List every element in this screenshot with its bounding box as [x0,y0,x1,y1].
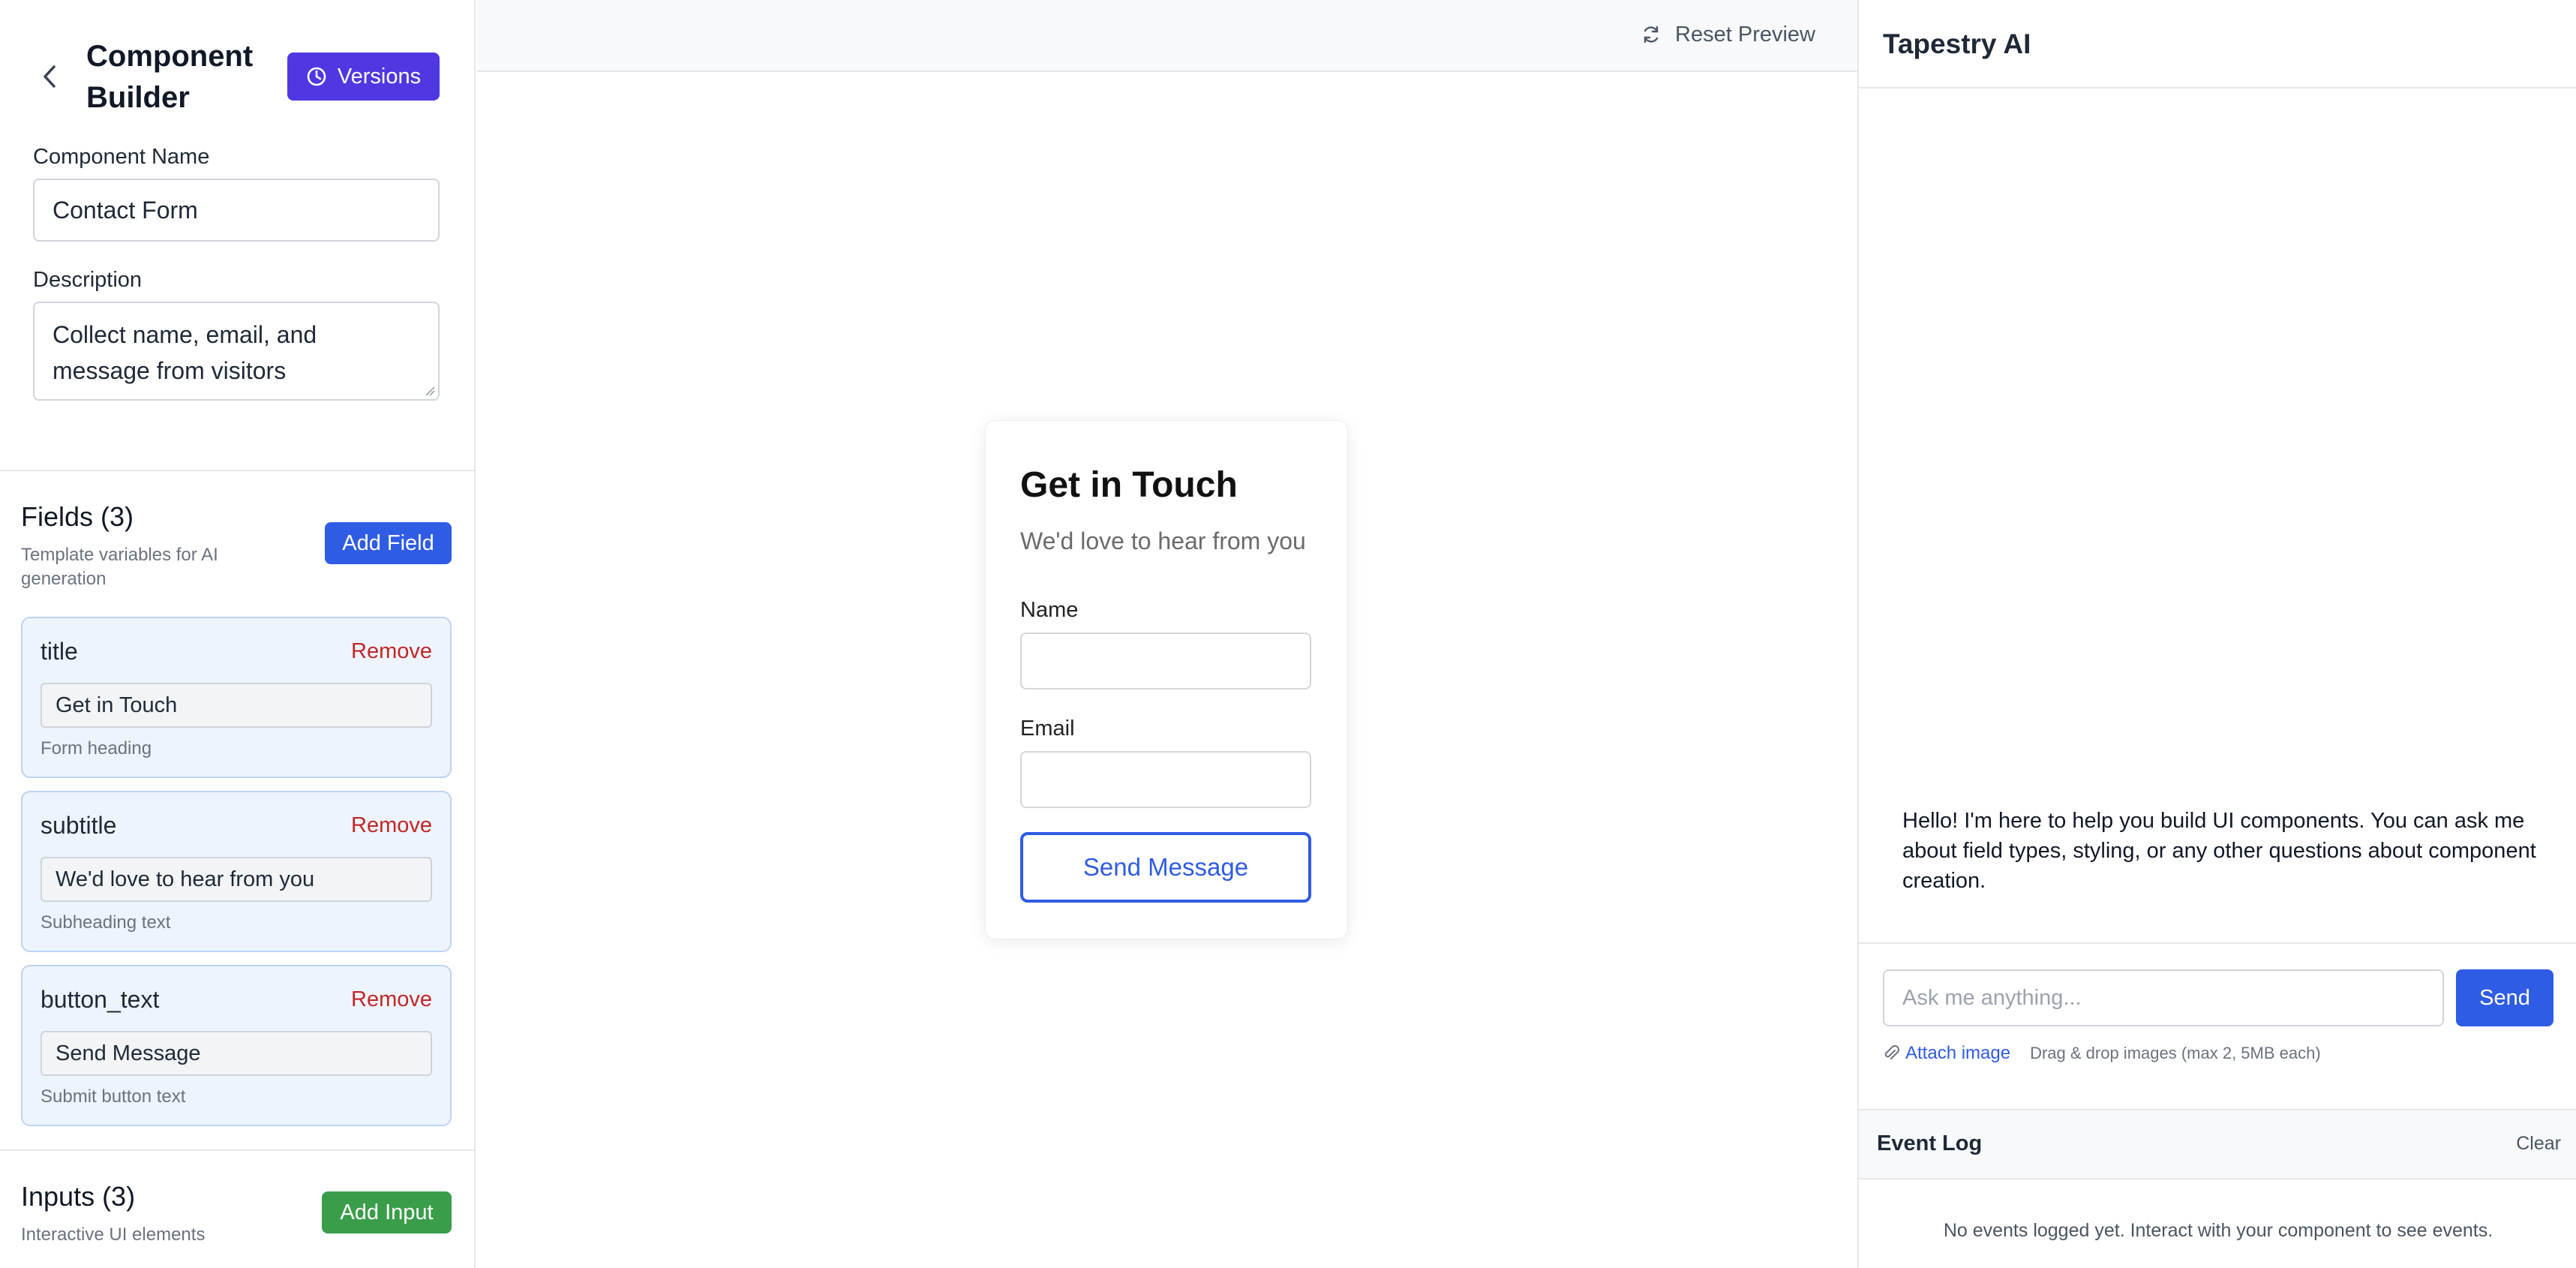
preview-toolbar: Reset Preview [477,0,1857,72]
send-message-button[interactable]: Send Message [1020,832,1311,903]
field-name: button_text [41,986,160,1013]
component-name-input[interactable]: Contact Form [33,179,440,242]
attach-row: Attach image Drag & drop images (max 2, … [1883,1040,2321,1067]
add-input-button[interactable]: Add Input [322,1191,452,1233]
field-value: Get in Touch [56,693,178,717]
divider [0,470,474,471]
page-title: Component Builder [86,40,254,114]
field-value: Send Message [56,1041,201,1065]
email-input[interactable] [1020,751,1311,808]
back-button[interactable] [33,60,66,93]
assistant-panel: Tapestry AI Hello! I'm here to help you … [1857,0,2576,1268]
assistant-title: Tapestry AI [1883,29,2031,59]
versions-button[interactable]: Versions [287,53,440,101]
field-value-input[interactable]: Get in Touch [41,683,432,728]
attach-image-link[interactable]: Attach image [1905,1043,2010,1064]
fields-title: Fields (3) [21,501,134,532]
inputs-subtitle: Interactive UI elements [21,1224,206,1245]
field-value-input[interactable]: We'd love to hear from you [41,857,432,902]
inputs-title: Inputs (3) [21,1181,136,1212]
remove-field-button[interactable]: Remove [351,813,432,838]
event-log-empty: No events logged yet. Interact with your… [1943,1220,2493,1241]
email-label: Email [1020,717,1075,741]
remove-field-button[interactable]: Remove [351,987,432,1012]
form-title: Get in Touch [1020,465,1238,505]
paperclip-icon [1884,1045,1899,1059]
assistant-message: Hello! I'm here to help you build UI com… [1902,809,2536,893]
chat-input-placeholder: Ask me anything... [1902,985,2082,1010]
resize-handle-icon[interactable] [425,386,435,396]
remove-field-button[interactable]: Remove [351,639,432,664]
attach-hint: Drag & drop images (max 2, 5MB each) [2030,1044,2321,1062]
field-value: We'd love to hear from you [56,867,315,891]
reset-preview-label: Reset Preview [1675,22,1815,47]
contact-form-card: Get in Touch We'd love to hear from you … [985,420,1348,939]
clock-icon [307,67,326,86]
field-hint: Submit button text [41,1086,186,1107]
chat-input[interactable]: Ask me anything... [1883,969,2444,1026]
field-card-button-text: button_text Remove Send Message Submit b… [21,965,452,1126]
name-label: Name [1020,598,1079,622]
refresh-icon [1644,26,1659,44]
description-label: Description [33,268,143,292]
field-card-subtitle: subtitle Remove We'd love to hear from y… [21,791,452,952]
assistant-header: Tapestry AI [1859,0,2576,89]
component-name-label: Component Name [33,145,210,169]
builder-sidebar: Component Builder Versions Component Nam… [0,0,476,1268]
fields-subtitle: Template variables for AI generation [21,545,218,589]
description-value: Collect name, email, and message from vi… [53,321,317,384]
name-input[interactable] [1020,632,1311,690]
preview-area: Reset Preview Get in Touch We'd love to … [477,0,1857,1268]
event-log-header: Event Log Clear [1859,1109,2576,1179]
component-name-value: Contact Form [53,196,198,224]
chevron-left-icon [44,65,56,88]
field-name: subtitle [41,812,117,839]
versions-label: Versions [337,64,422,89]
event-log-title: Event Log [1877,1131,1983,1155]
send-button[interactable]: Send [2456,969,2553,1026]
field-hint: Subheading text [41,912,171,933]
field-value-input[interactable]: Send Message [41,1031,432,1076]
field-hint: Form heading [41,738,152,759]
description-textarea[interactable]: Collect name, email, and message from vi… [33,302,440,401]
field-name: title [41,638,78,665]
reset-preview-button[interactable]: Reset Preview [1641,18,1815,51]
form-subtitle: We'd love to hear from you [1020,527,1306,554]
add-field-button[interactable]: Add Field [325,522,452,564]
field-card-title: title Remove Get in Touch Form heading [21,617,452,778]
divider [0,1149,474,1151]
clear-log-button[interactable]: Clear [2516,1133,2561,1155]
divider [1859,942,2576,944]
